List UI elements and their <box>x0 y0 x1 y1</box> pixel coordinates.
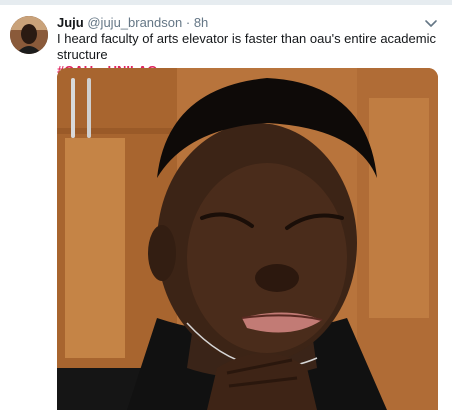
tweet-text: I heard faculty of arts elevator is fast… <box>57 31 436 62</box>
tweet: Juju @juju_brandson · 8h I heard faculty… <box>0 0 452 410</box>
avatar[interactable] <box>10 16 48 54</box>
author-name[interactable]: Juju <box>57 15 84 30</box>
author-handle[interactable]: @juju_brandson <box>87 15 182 30</box>
chevron-down-icon[interactable] <box>424 17 438 29</box>
photo-image <box>57 68 438 410</box>
top-divider <box>0 0 452 5</box>
tweet-header: Juju @juju_brandson · 8h <box>57 15 208 31</box>
avatar-image <box>10 16 48 54</box>
timestamp[interactable]: 8h <box>194 15 208 30</box>
tweet-photo[interactable] <box>57 68 438 410</box>
separator-dot: · <box>185 15 191 30</box>
